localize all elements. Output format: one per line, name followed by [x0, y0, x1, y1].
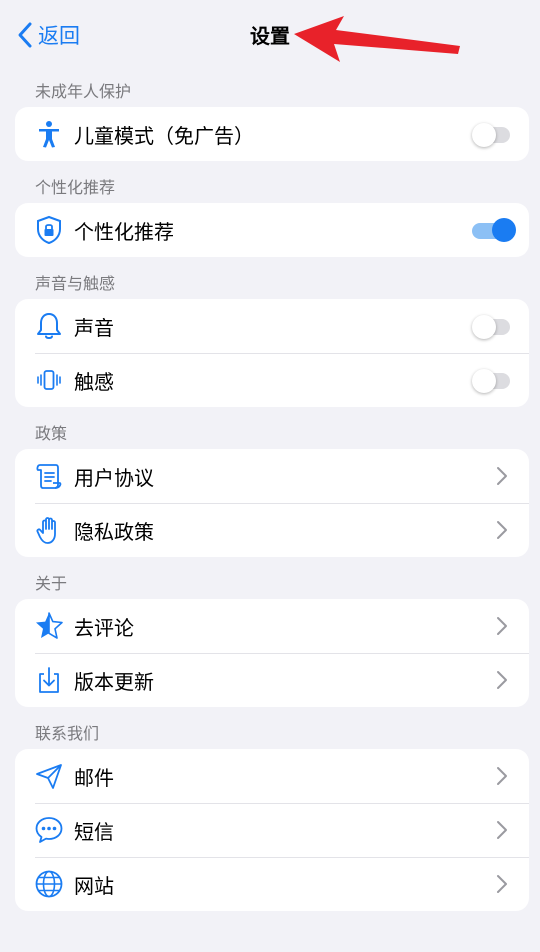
- section-label-minor: 未成年人保护: [35, 82, 132, 101]
- row-privacy[interactable]: 隐私政策: [15, 503, 529, 557]
- scroll-icon: [32, 459, 66, 493]
- shield-lock-icon: [32, 213, 66, 247]
- chevron-right-icon: [497, 617, 507, 635]
- row-sms[interactable]: 短信: [15, 803, 529, 857]
- row-email[interactable]: 邮件: [15, 749, 529, 803]
- card-policy: 用户协议 隐私政策: [15, 449, 529, 557]
- send-icon: [32, 759, 66, 793]
- privacy-label: 隐私政策: [74, 519, 154, 544]
- nav-bar: 返回 设置: [0, 0, 540, 70]
- phone-vibrate-icon: [32, 363, 66, 397]
- chevron-right-icon: [497, 875, 507, 893]
- row-haptic[interactable]: 触感: [15, 353, 529, 407]
- globe-icon: [32, 867, 66, 901]
- sms-label: 短信: [74, 819, 114, 844]
- haptic-toggle[interactable]: [472, 367, 516, 393]
- message-icon: [32, 813, 66, 847]
- section-label-contact: 联系我们: [35, 724, 100, 743]
- section-label-personal: 个性化推荐: [35, 178, 116, 197]
- toggle-knob: [472, 369, 496, 393]
- rate-label: 去评论: [74, 615, 134, 640]
- website-label: 网站: [74, 873, 114, 898]
- row-agreement[interactable]: 用户协议: [15, 449, 529, 503]
- row-website[interactable]: 网站: [15, 857, 529, 911]
- star-icon: [32, 609, 66, 643]
- sound-label: 声音: [74, 315, 114, 340]
- recommend-label: 个性化推荐: [74, 219, 174, 244]
- card-sound: 声音 触感: [15, 299, 529, 407]
- person-icon: [32, 117, 66, 151]
- hand-icon: [32, 513, 66, 547]
- red-arrow-annotation: [294, 16, 460, 62]
- row-recommend[interactable]: 个性化推荐: [15, 203, 529, 257]
- card-personal: 个性化推荐: [15, 203, 529, 257]
- agreement-label: 用户协议: [74, 465, 154, 490]
- chevron-right-icon: [497, 767, 507, 785]
- row-kids-mode[interactable]: 儿童模式（免广告）: [15, 107, 529, 161]
- row-rate[interactable]: 去评论: [15, 599, 529, 653]
- section-label-about: 关于: [35, 574, 68, 593]
- chevron-right-icon: [497, 671, 507, 689]
- section-label-sound: 声音与触感: [35, 274, 116, 293]
- row-update[interactable]: 版本更新: [15, 653, 529, 707]
- download-icon: [32, 663, 66, 697]
- sound-toggle[interactable]: [472, 313, 516, 339]
- recommend-toggle[interactable]: [472, 217, 516, 243]
- kids-mode-label: 儿童模式（免广告）: [74, 123, 254, 148]
- section-label-policy: 政策: [35, 424, 68, 443]
- toggle-knob: [472, 123, 496, 147]
- email-label: 邮件: [74, 765, 114, 790]
- haptic-label: 触感: [74, 369, 114, 394]
- kids-mode-toggle[interactable]: [472, 121, 516, 147]
- chevron-right-icon: [497, 821, 507, 839]
- toggle-knob: [492, 218, 516, 242]
- update-label: 版本更新: [74, 669, 154, 694]
- row-sound[interactable]: 声音: [15, 299, 529, 353]
- card-minor: 儿童模式（免广告）: [15, 107, 529, 161]
- chevron-right-icon: [497, 521, 507, 539]
- card-about: 去评论 版本更新: [15, 599, 529, 707]
- bell-icon: [32, 309, 66, 343]
- card-contact: 邮件 短信 网站: [15, 749, 529, 911]
- chevron-right-icon: [497, 467, 507, 485]
- toggle-knob: [472, 315, 496, 339]
